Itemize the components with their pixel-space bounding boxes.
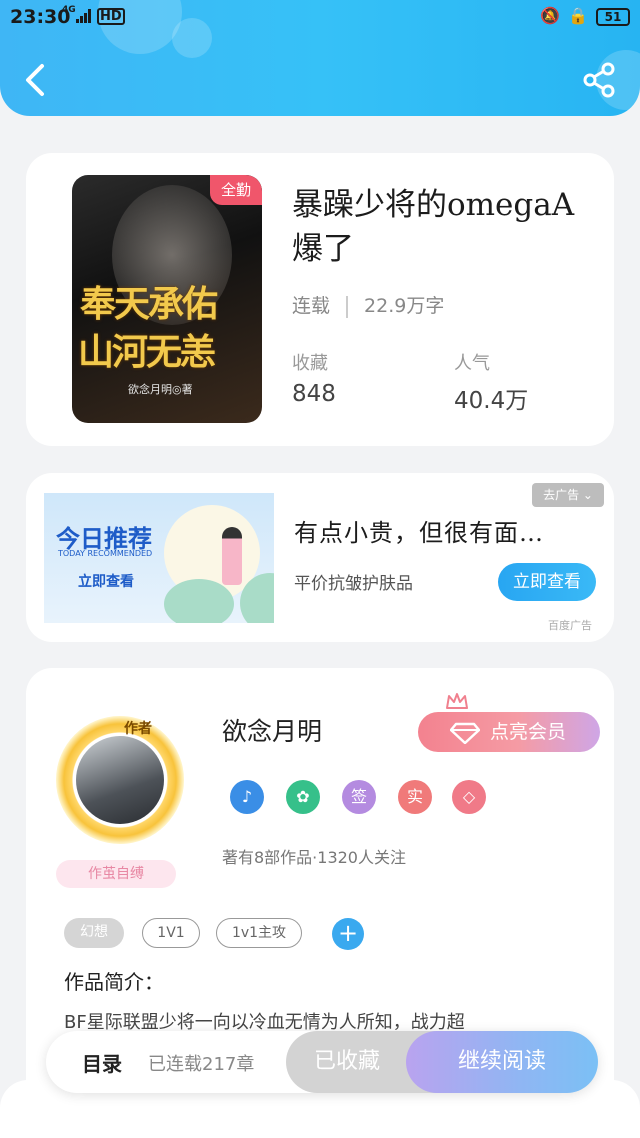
lock-rotation-icon: 🔒 — [568, 6, 588, 25]
author-stats: 著有8部作品·1320人关注 — [222, 848, 406, 867]
meta-divider — [346, 295, 349, 318]
ad-image-cta: 立即查看 — [78, 574, 134, 590]
intro-label: 作品简介： — [64, 970, 164, 994]
handshake-icon[interactable]: ✿ — [286, 780, 320, 814]
popularity-value: 40.4万 — [454, 388, 529, 414]
favorites-value: 848 — [292, 381, 336, 407]
tag-1v1-top[interactable]: 1v1主攻 — [216, 918, 302, 948]
mute-bell-icon: 🔕 — [540, 6, 560, 25]
crown-icon — [446, 693, 468, 709]
ad-card[interactable]: 今日推荐 TODAY RECOMMENDED 立即查看 去广告 ⌄ 有点小贵，但… — [26, 473, 614, 642]
cover-title-line1: 奉天承佑 — [80, 283, 218, 325]
ad-source-label: 百度广告 — [548, 619, 592, 632]
gem-icon — [450, 722, 480, 744]
remove-ad-button[interactable]: 去广告 ⌄ — [532, 483, 604, 507]
ad-image-hill — [164, 579, 234, 623]
tag-fantasy[interactable]: 幻想 — [64, 918, 124, 948]
back-arrow-icon — [26, 64, 44, 96]
music-note-icon[interactable]: ♪ — [230, 780, 264, 814]
book-status: 连载 — [292, 295, 331, 317]
tag-1v1[interactable]: 1V1 — [142, 918, 200, 948]
real-name-badge[interactable]: 实 — [398, 780, 432, 814]
cover-author: 欲念月明◎著 — [128, 383, 193, 396]
back-button[interactable] — [20, 60, 52, 100]
toc-button[interactable]: 目录 — [82, 1048, 122, 1077]
diamond-icon[interactable]: ◇ — [452, 780, 486, 814]
hd-label: HD — [97, 8, 125, 25]
share-button[interactable] — [580, 60, 620, 100]
book-info-card: 奉天承佑 山河无恙 欲念月明◎著 全勤 暴躁少将的omegaA爆了 连载 22.9… — [26, 153, 614, 446]
share-icon — [583, 62, 615, 98]
ad-view-button[interactable]: 立即查看 — [498, 563, 596, 601]
top-header: 23:30 4G HD 🔕 🔒 51 — [0, 0, 640, 116]
sign-badge[interactable]: 签 — [342, 780, 376, 814]
author-signature: 作茧自缚 — [56, 860, 176, 888]
ad-image[interactable]: 今日推荐 TODAY RECOMMENDED 立即查看 — [44, 493, 274, 623]
bottom-action-bar: 目录 已连载217章 已收藏 继续阅读 — [46, 1031, 598, 1093]
book-word-count: 22.9万字 — [364, 295, 445, 317]
cover-title-line2: 山河无恙 — [78, 331, 216, 373]
battery-icon: 51 — [596, 8, 630, 26]
author-name[interactable]: 欲念月明 — [222, 712, 322, 748]
popularity-label: 人气 — [454, 353, 490, 374]
vip-button[interactable]: 点亮会员 — [418, 712, 600, 752]
ad-description: 平价抗皱护肤品 — [294, 574, 413, 594]
book-title: 暴躁少将的omegaA爆了 — [292, 187, 575, 267]
full-attendance-badge: 全勤 — [210, 175, 262, 205]
favorites-label: 收藏 — [292, 353, 328, 374]
status-bar: 23:30 4G HD 🔕 🔒 51 — [0, 0, 640, 34]
book-cover[interactable]: 奉天承佑 山河无恙 欲念月明◎著 全勤 — [72, 175, 262, 423]
ad-image-girl — [222, 527, 242, 585]
add-tag-button[interactable]: + — [332, 918, 364, 950]
author-tag: 作者 — [124, 721, 152, 737]
book-meta: 连载 22.9万字 — [292, 291, 444, 318]
continue-reading-button[interactable]: 继续阅读 — [406, 1031, 598, 1093]
ad-title: 有点小贵，但很有面… — [294, 519, 544, 547]
chapter-count[interactable]: 已连载217章 — [148, 1050, 254, 1076]
ad-image-subtitle: TODAY RECOMMENDED — [58, 549, 153, 558]
signal-icon — [76, 9, 92, 23]
network-label: 4G — [62, 5, 76, 15]
author-avatar[interactable] — [76, 736, 164, 824]
